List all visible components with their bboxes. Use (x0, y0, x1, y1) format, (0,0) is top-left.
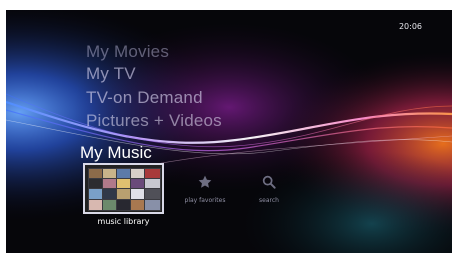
clock-time: 20:06 (398, 22, 422, 31)
menu-item-my-music[interactable]: My Music (80, 143, 152, 163)
search-label: search (259, 197, 279, 204)
menu-item-my-tv[interactable]: My TV (86, 64, 136, 84)
background-ribbons (6, 10, 452, 253)
media-center-screen: 20:06 My Movies My TV TV-on Demand Pictu… (6, 10, 452, 253)
search-icon (262, 175, 276, 189)
search-option[interactable]: search (239, 174, 299, 204)
album-grid-icon (88, 168, 161, 211)
play-favorites-option[interactable]: play favorites (175, 174, 235, 204)
menu-item-my-movies[interactable]: My Movies (86, 42, 169, 62)
music-library-tile[interactable] (83, 163, 164, 214)
star-icon (198, 175, 212, 188)
music-library-label: music library (97, 217, 150, 226)
play-favorites-label: play favorites (184, 197, 226, 204)
menu-item-tv-on-demand[interactable]: TV-on Demand (86, 88, 203, 108)
menu-item-pictures-videos[interactable]: Pictures + Videos (86, 111, 222, 131)
